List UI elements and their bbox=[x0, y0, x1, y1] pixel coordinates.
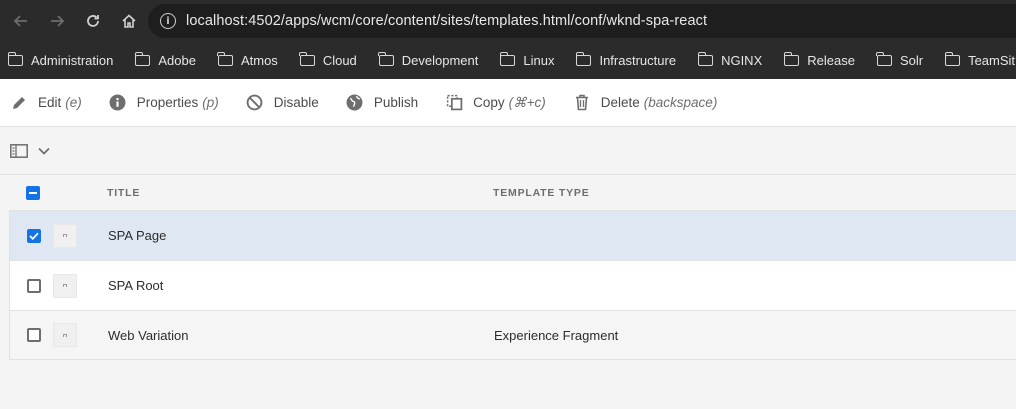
select-all-checkbox[interactable] bbox=[26, 185, 40, 200]
globe-icon bbox=[346, 94, 364, 112]
bookmark-folder[interactable]: Linux bbox=[499, 52, 554, 68]
folder-icon bbox=[7, 52, 23, 66]
checkmark-icon bbox=[29, 232, 39, 240]
back-arrow-icon bbox=[13, 15, 27, 27]
row-select-cell bbox=[10, 223, 108, 248]
browser-chrome: i localhost:4502/apps/wcm/core/content/s… bbox=[0, 0, 1016, 79]
address-bar[interactable]: i localhost:4502/apps/wcm/core/content/s… bbox=[148, 4, 1016, 38]
folder-icon bbox=[575, 52, 592, 66]
bookmark-folder[interactable]: Administration bbox=[7, 52, 113, 68]
publish-button[interactable]: Publish bbox=[346, 94, 418, 112]
templates-table: TITLE TEMPLATE TYPE SPA Page SPA Root We… bbox=[0, 174, 1016, 360]
row-select-cell bbox=[10, 273, 108, 298]
header-title[interactable]: TITLE bbox=[107, 187, 493, 199]
reload-icon bbox=[87, 15, 99, 27]
copy-icon bbox=[445, 94, 463, 112]
view-switcher[interactable] bbox=[0, 127, 1016, 174]
bookmark-folder[interactable]: Development bbox=[378, 52, 478, 68]
folder-icon bbox=[944, 52, 961, 66]
properties-button[interactable]: Properties (p) bbox=[109, 94, 219, 112]
disable-button[interactable]: Disable bbox=[246, 94, 319, 112]
bookmark-folder[interactable]: Atmos bbox=[217, 52, 278, 68]
list-view-icon bbox=[10, 143, 28, 158]
disable-icon bbox=[246, 94, 264, 112]
table-header: TITLE TEMPLATE TYPE bbox=[0, 175, 1016, 210]
header-template-type[interactable]: TEMPLATE TYPE bbox=[493, 187, 590, 199]
folder-icon bbox=[697, 52, 714, 66]
folder-icon bbox=[134, 52, 151, 66]
back-button[interactable] bbox=[6, 6, 36, 36]
table-row[interactable]: SPA Root bbox=[9, 260, 1016, 310]
chevron-down-icon bbox=[38, 147, 50, 155]
bookmark-folder[interactable]: Infrastructure bbox=[575, 52, 676, 68]
browser-nav-row: i localhost:4502/apps/wcm/core/content/s… bbox=[0, 0, 1016, 42]
forward-arrow-icon bbox=[51, 15, 65, 27]
folder-icon bbox=[783, 52, 800, 66]
action-bar: Edit (e) Properties (p) Disable Publish Co… bbox=[0, 79, 1016, 127]
template-thumbnail bbox=[53, 273, 77, 298]
select-all-cell bbox=[0, 185, 107, 200]
row-title: SPA Root bbox=[108, 278, 164, 293]
edit-button[interactable]: Edit (e) bbox=[10, 94, 82, 112]
forward-button[interactable] bbox=[42, 6, 72, 36]
info-icon bbox=[109, 94, 127, 112]
copy-button[interactable]: Copy (⌘+c) bbox=[445, 94, 546, 112]
bookmark-folder[interactable]: TeamSit bbox=[944, 52, 1015, 68]
bookmark-folder[interactable]: Release bbox=[783, 52, 855, 68]
row-title: Web Variation bbox=[108, 327, 189, 343]
folder-icon bbox=[299, 52, 315, 66]
folder-icon bbox=[378, 52, 394, 66]
folder-icon bbox=[499, 52, 516, 66]
folder-icon bbox=[876, 52, 892, 66]
row-title: SPA Page bbox=[108, 228, 167, 243]
row-template-type: Experience Fragment bbox=[494, 327, 619, 343]
bookmark-folder[interactable]: Adobe bbox=[134, 52, 196, 68]
template-thumbnail bbox=[53, 223, 77, 248]
row-checkbox[interactable] bbox=[27, 228, 41, 243]
reload-button[interactable] bbox=[78, 6, 108, 36]
trash-icon bbox=[573, 94, 591, 112]
row-checkbox[interactable] bbox=[27, 278, 41, 293]
bookmark-folder[interactable]: NGINX bbox=[697, 52, 762, 68]
row-checkbox[interactable] bbox=[27, 328, 41, 342]
site-info-icon[interactable]: i bbox=[160, 13, 176, 29]
table-row[interactable]: SPA Page bbox=[9, 210, 1016, 260]
table-row[interactable]: Web Variation Experience Fragment bbox=[9, 310, 1016, 360]
folder-icon bbox=[217, 52, 233, 66]
bookmark-folder[interactable]: Cloud bbox=[299, 52, 357, 68]
row-select-cell bbox=[10, 323, 108, 347]
home-icon bbox=[122, 14, 136, 28]
home-button[interactable] bbox=[114, 6, 144, 36]
bookmarks-bar: Administration Adobe Atmos Cloud Develop… bbox=[0, 42, 1016, 79]
pencil-icon bbox=[10, 94, 28, 112]
url-text[interactable]: localhost:4502/apps/wcm/core/content/sit… bbox=[186, 13, 707, 29]
bookmark-folder[interactable]: Solr bbox=[876, 52, 923, 68]
template-thumbnail bbox=[53, 323, 77, 347]
delete-button[interactable]: Delete (backspace) bbox=[573, 94, 717, 112]
